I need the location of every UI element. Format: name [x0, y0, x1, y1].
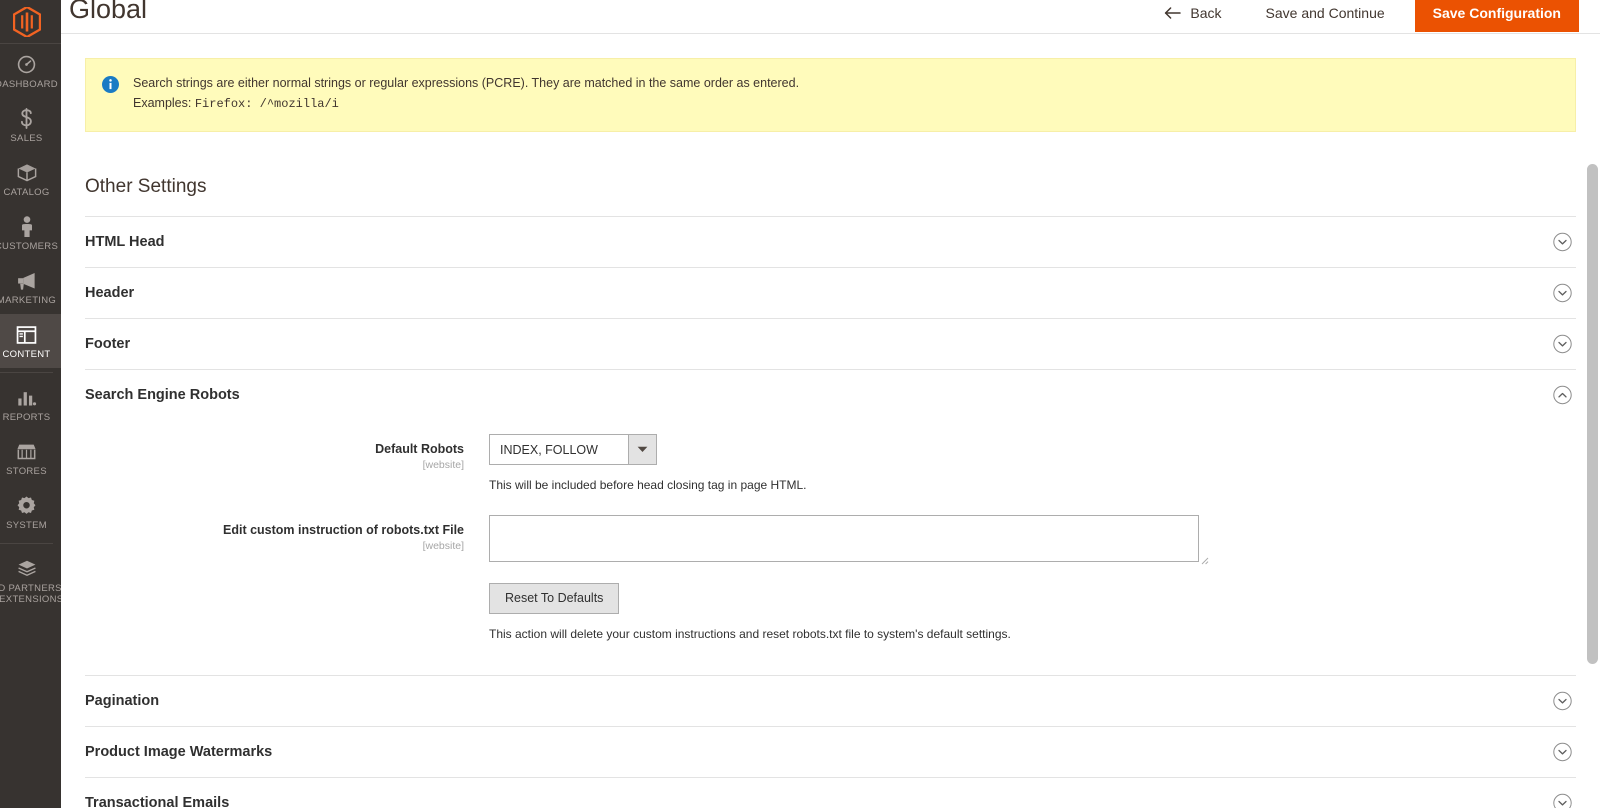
default-robots-note: This will be included before head closin… — [489, 478, 807, 492]
default-robots-select[interactable]: INDEX, FOLLOW — [489, 434, 657, 465]
save-and-continue-button[interactable]: Save and Continue — [1254, 0, 1397, 28]
chevron-down-circle-icon[interactable] — [1553, 232, 1572, 252]
field-scope: [website] — [422, 540, 464, 552]
sidebar-item-reports[interactable]: REPORTS — [0, 377, 61, 431]
sidebar-item-system[interactable]: SYSTEM — [0, 485, 61, 539]
field-label: Default Robots — [375, 442, 464, 456]
accordion-title: Product Image Watermarks — [85, 744, 273, 760]
sidebar-item-sales[interactable]: SALES — [0, 98, 61, 152]
sidebar-item-label: CUSTOMERS — [0, 241, 59, 252]
header-actions: Back Save and Continue Save Configuratio… — [1154, 0, 1600, 32]
storefront-icon — [15, 440, 38, 463]
accordion-header-html-head[interactable]: HTML Head — [85, 216, 1576, 267]
accordion-header-product-image-watermarks[interactable]: Product Image Watermarks — [85, 726, 1576, 777]
search-engine-robots-panel: Default Robots [website] INDEX, FOLLOW T… — [85, 420, 1576, 675]
sidebar-divider — [0, 543, 53, 544]
page-header: Global Back Save and Continue Save Confi… — [61, 0, 1600, 34]
reset-to-defaults-wrap: Reset To Defaults — [489, 583, 1576, 614]
notice-line-2: Examples: Firefox: /^mozilla/i — [133, 96, 339, 111]
sidebar-divider — [0, 372, 53, 373]
accordion-title: HTML Head — [85, 234, 165, 250]
accordion-title: Header — [85, 285, 135, 301]
chevron-down-circle-icon[interactable] — [1553, 691, 1572, 711]
accordion-header-footer[interactable]: Footer — [85, 318, 1576, 369]
field-control-col: Reset To Defaults This action will delet… — [489, 515, 1576, 642]
main-sidebar: DASHBOARD SALES CATALOG CUSTOMERS MARKET… — [0, 0, 61, 808]
gear-icon — [16, 494, 37, 517]
field-custom-instruction: Edit custom instruction of robots.txt Fi… — [85, 515, 1576, 642]
sidebar-item-label: ND PARTNERS& EXTENSIONS — [0, 583, 61, 605]
field-control-col: INDEX, FOLLOW This will be included befo… — [489, 434, 1576, 493]
default-robots-select-value: INDEX, FOLLOW — [500, 442, 598, 457]
sidebar-item-label: SALES — [10, 133, 43, 144]
extension-box-icon — [16, 557, 38, 580]
other-settings-heading: Other Settings — [85, 176, 207, 197]
chevron-down-circle-icon[interactable] — [1553, 334, 1572, 354]
sidebar-item-customers[interactable]: CUSTOMERS — [0, 206, 61, 260]
sidebar-item-label: CATALOG — [3, 187, 50, 198]
resize-handle-icon[interactable] — [1198, 552, 1209, 565]
accordion-header-pagination[interactable]: Pagination — [85, 675, 1576, 726]
chevron-down-circle-icon[interactable] — [1553, 283, 1572, 303]
field-label: Edit custom instruction of robots.txt Fi… — [223, 523, 464, 537]
layout-icon — [16, 323, 37, 346]
field-scope: [website] — [422, 459, 464, 471]
info-notice: Search strings are either normal strings… — [85, 58, 1576, 132]
reset-to-defaults-note: This action will delete your custom inst… — [489, 627, 1011, 641]
bar-chart-icon — [16, 386, 37, 409]
sidebar-item-stores[interactable]: STORES — [0, 431, 61, 485]
sidebar-item-dashboard[interactable]: DASHBOARD — [0, 44, 61, 98]
sidebar-item-label: STORES — [6, 466, 47, 477]
megaphone-icon — [15, 269, 38, 292]
page-scrollbar-thumb[interactable] — [1587, 164, 1598, 664]
field-default-robots: Default Robots [website] INDEX, FOLLOW T… — [85, 434, 1576, 493]
reset-to-defaults-button[interactable]: Reset To Defaults — [489, 583, 620, 614]
sidebar-item-catalog[interactable]: CATALOG — [0, 152, 61, 206]
accordion-header-search-engine-robots[interactable]: Search Engine Robots — [85, 369, 1576, 420]
person-icon — [19, 215, 35, 238]
chevron-up-circle-icon[interactable] — [1553, 385, 1572, 405]
sidebar-item-label: SYSTEM — [6, 520, 47, 531]
field-label-col: Default Robots [website] — [85, 434, 489, 493]
box-icon — [16, 161, 38, 184]
page-title: Global — [69, 0, 148, 24]
page-content: Search strings are either normal strings… — [61, 34, 1600, 808]
page-scrollbar[interactable] — [1585, 34, 1600, 808]
sidebar-item-label: CONTENT — [2, 349, 51, 360]
magento-logo[interactable] — [0, 0, 61, 44]
chevron-down-icon[interactable] — [628, 435, 656, 464]
save-configuration-button[interactable]: Save Configuration — [1414, 0, 1579, 32]
chevron-down-circle-icon[interactable] — [1553, 793, 1572, 808]
accordion-title: Transactional Emails — [85, 795, 230, 808]
sidebar-item-label: DASHBOARD — [0, 79, 58, 90]
accordion-header-header[interactable]: Header — [85, 267, 1576, 318]
sidebar-item-content[interactable]: CONTENT — [0, 314, 61, 368]
dollar-icon — [16, 107, 37, 130]
settings-accordion: HTML Head Header Footer Search Engine Ro… — [85, 216, 1576, 808]
custom-instruction-textarea[interactable] — [489, 515, 1199, 562]
accordion-title: Footer — [85, 336, 131, 352]
notice-line-1: Search strings are either normal strings… — [133, 76, 800, 90]
sidebar-item-label: MARKETING — [0, 295, 57, 306]
back-button-label: Back — [1190, 5, 1222, 21]
field-label-col: Edit custom instruction of robots.txt Fi… — [85, 515, 489, 642]
info-icon — [102, 76, 119, 93]
arrow-left-icon — [1164, 6, 1182, 20]
sidebar-item-label: REPORTS — [2, 412, 51, 423]
notice-example-pattern: Firefox: /^mozilla/i — [194, 97, 339, 111]
sidebar-item-marketing[interactable]: MARKETING — [0, 260, 61, 314]
magento-logo-icon — [12, 6, 41, 37]
info-notice-body: Search strings are either normal strings… — [133, 74, 799, 114]
accordion-title: Search Engine Robots — [85, 387, 240, 403]
accordion-title: Pagination — [85, 693, 160, 709]
admin-page: DASHBOARD SALES CATALOG CUSTOMERS MARKET… — [0, 0, 1600, 808]
back-button[interactable]: Back — [1154, 0, 1231, 27]
chevron-down-circle-icon[interactable] — [1553, 742, 1572, 762]
sidebar-item-find-partners[interactable]: ND PARTNERS& EXTENSIONS — [0, 548, 61, 613]
accordion-header-transactional-emails[interactable]: Transactional Emails — [85, 777, 1576, 808]
dashboard-icon — [16, 53, 37, 76]
